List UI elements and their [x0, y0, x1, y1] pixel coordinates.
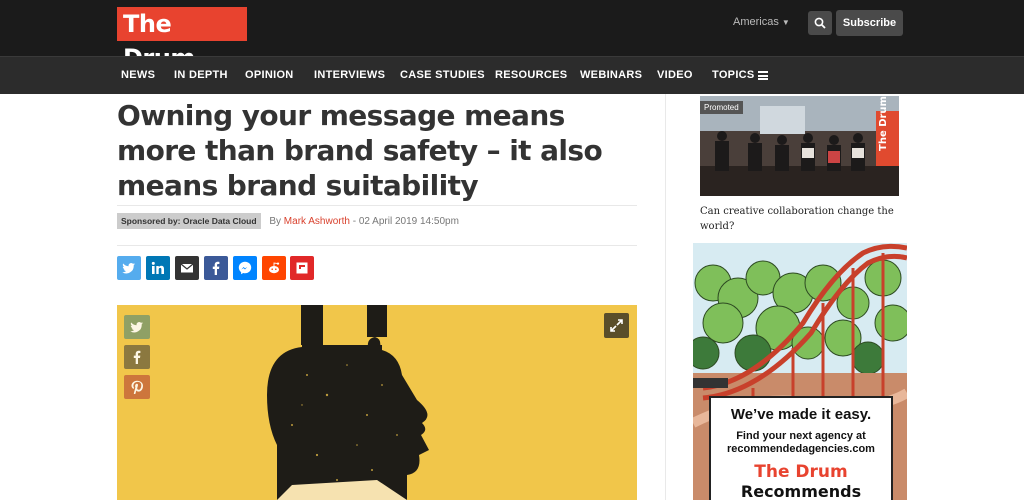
- twitter-icon: [122, 263, 135, 274]
- share-facebook-button[interactable]: [204, 256, 228, 280]
- nav-item-opinion[interactable]: OPINION: [245, 69, 294, 81]
- site-logo[interactable]: The Drum®: [117, 7, 247, 72]
- divider: [117, 205, 637, 206]
- region-selector[interactable]: Americas ▼: [733, 16, 790, 28]
- byline-prefix: By: [269, 216, 282, 227]
- top-bar: The Drum® Americas▼ Subscribe: [0, 0, 1024, 72]
- sponsor-badge[interactable]: Sponsored by: Oracle Data Cloud: [117, 213, 261, 229]
- publish-date: 02 April 2019 14:50pm: [358, 216, 459, 227]
- subscribe-button[interactable]: Subscribe: [836, 10, 903, 36]
- head-silhouette-illustration: [267, 305, 429, 500]
- share-linkedin-button[interactable]: [146, 256, 170, 280]
- expand-icon: [610, 319, 623, 332]
- nav-item-news[interactable]: NEWS: [121, 69, 155, 81]
- hero-share-pinterest-button[interactable]: [124, 375, 150, 399]
- share-twitter-button[interactable]: [117, 256, 141, 280]
- article-headline: Owning your message means more than bran…: [117, 99, 603, 202]
- ad-copy-box[interactable]: We’ve made it easy. Find your next agenc…: [709, 396, 893, 500]
- share-email-button[interactable]: [175, 256, 199, 280]
- flipboard-icon: [296, 262, 308, 274]
- nav-item-case-studies[interactable]: CASE STUDIES: [400, 69, 485, 81]
- nav-item-topics[interactable]: TOPICS: [712, 69, 755, 81]
- menu-icon[interactable]: [758, 71, 768, 80]
- column-divider: [665, 94, 666, 500]
- main-nav: NEWS IN DEPTH OPINION INTERVIEWS CASE ST…: [0, 56, 1024, 94]
- ad-brand-suffix: Recommends: [740, 482, 862, 500]
- linkedin-icon: [151, 261, 164, 274]
- search-button[interactable]: [808, 11, 832, 35]
- article-meta: Sponsored by: Oracle Data Cloud By Mark …: [117, 213, 459, 231]
- hero-image[interactable]: [117, 305, 637, 500]
- twitter-icon: [130, 322, 143, 333]
- promo-banner-text: The Drum: [878, 96, 889, 151]
- promoted-badge: Promoted: [700, 101, 743, 114]
- ad-subline-1: Find your next agency at: [736, 430, 866, 442]
- share-flipboard-button[interactable]: [290, 256, 314, 280]
- expand-image-button[interactable]: [604, 313, 629, 338]
- ad-headline: We’ve made it easy.: [730, 406, 872, 423]
- author-link[interactable]: Mark Ashworth: [284, 216, 350, 227]
- email-icon: [180, 263, 194, 273]
- hero-share-facebook-button[interactable]: [124, 345, 150, 369]
- divider: [117, 245, 637, 246]
- facebook-icon: [212, 261, 220, 275]
- nav-item-webinars[interactable]: WEBINARS: [580, 69, 642, 81]
- nav-item-interviews[interactable]: INTERVIEWS: [314, 69, 385, 81]
- reddit-icon: [269, 262, 280, 274]
- messenger-icon: [238, 261, 252, 275]
- hero-share-twitter-button[interactable]: [124, 315, 150, 339]
- nav-item-in-depth[interactable]: IN DEPTH: [174, 69, 228, 81]
- nav-item-resources[interactable]: RESOURCES: [495, 69, 567, 81]
- caret-down-icon: ▼: [781, 18, 790, 27]
- nav-item-video[interactable]: VIDEO: [657, 69, 693, 81]
- ad-brand-name: The Drum: [754, 462, 848, 482]
- search-icon: [814, 17, 826, 29]
- share-messenger-button[interactable]: [233, 256, 257, 280]
- facebook-icon: [133, 350, 141, 364]
- ad-subline: Find your next agency at recommendedagen…: [711, 430, 891, 456]
- ad-url: recommendedagencies.com: [727, 443, 875, 455]
- region-label: Americas: [733, 16, 779, 28]
- promo-caption-link[interactable]: Can creative collaboration change the wo…: [700, 204, 900, 234]
- share-reddit-button[interactable]: [262, 256, 286, 280]
- pinterest-icon: [131, 380, 143, 394]
